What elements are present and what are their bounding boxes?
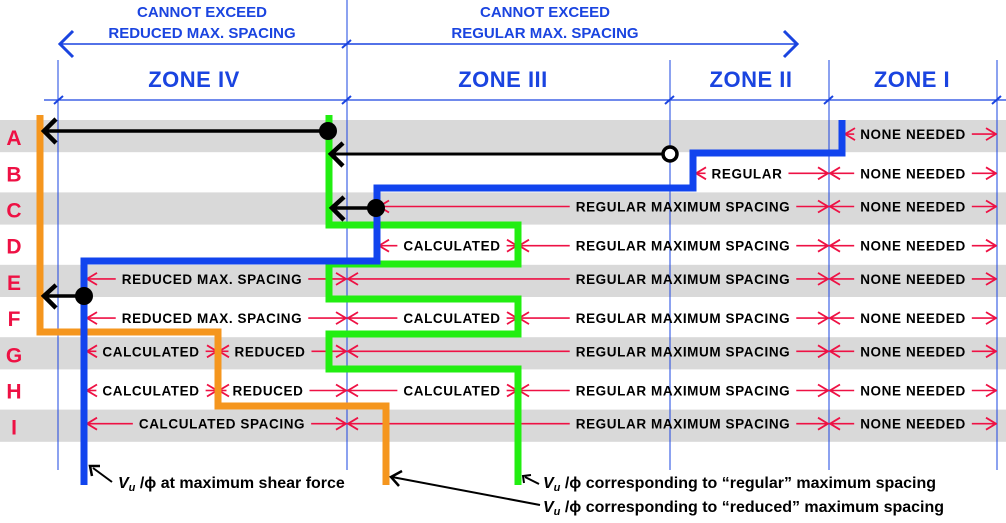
reduced-caption-line1: CANNOT EXCEED [137, 4, 267, 21]
pointer-regular [524, 476, 540, 485]
segment-label: REGULAR MAXIMUM SPACING [576, 200, 791, 215]
segment-label: CALCULATED [102, 384, 199, 399]
open-dot-icon [661, 145, 679, 163]
zone-iv-label: ZONE IV [148, 67, 240, 92]
filled-dot-icon [319, 122, 337, 140]
segment-label: CALCULATED [403, 311, 500, 326]
row-label: H [6, 381, 21, 404]
segment-label: NONE NEEDED [860, 384, 966, 399]
row-dimensions: CALCULATED REGULAR MAXIMUM SPACING NONE NE… [379, 239, 996, 254]
filled-dot-icon [367, 199, 385, 217]
segment-label: REGULAR MAXIMUM SPACING [576, 311, 791, 326]
row-label: B [6, 163, 21, 186]
row-dimensions: REGULAR NONE NEEDED [696, 166, 996, 181]
pointer-max-shear [92, 467, 113, 483]
segment-label: NONE NEEDED [860, 166, 966, 181]
row-label: I [11, 417, 17, 440]
segment-label: CALCULATED SPACING [139, 417, 305, 432]
segment-label: NONE NEEDED [860, 272, 966, 287]
zone-ii-label: ZONE II [710, 67, 793, 92]
segment-label: REGULAR MAXIMUM SPACING [576, 417, 791, 432]
segment-label: CALCULATED [102, 344, 199, 359]
row-label: C [6, 200, 21, 223]
legend-max-shear: Vu /ϕ at maximum shear force [118, 475, 345, 494]
dimension-lines: NONE NEEDED REGULAR NONE NEEDED REGULAR MAX… [87, 127, 996, 432]
regular-caption-line1: CANNOT EXCEED [480, 4, 610, 21]
segment-label: REGULAR [712, 166, 783, 181]
segment-label: REGULAR MAXIMUM SPACING [576, 384, 791, 399]
row-band [0, 192, 1006, 225]
segment-label: REDUCED [235, 344, 306, 359]
segment-label: NONE NEEDED [860, 344, 966, 359]
row-labels: ABCDEFGHI [6, 127, 22, 440]
row-dimensions: REDUCED MAX. SPACING CALCULATED REGULAR MA… [87, 311, 996, 326]
segment-label: CALCULATED [403, 239, 500, 254]
segment-label: NONE NEEDED [860, 127, 966, 142]
regular-caption-line2: REGULAR MAX. SPACING [451, 25, 638, 42]
segment-label: REGULAR MAXIMUM SPACING [576, 344, 791, 359]
segment-label: CALCULATED [403, 384, 500, 399]
segment-label: NONE NEEDED [860, 200, 966, 215]
legend-reduced: Vu /ϕ corresponding to “reduced” maximum… [543, 499, 944, 518]
row-label: A [6, 127, 21, 150]
header: CANNOT EXCEED REDUCED MAX. SPACING CANNO… [108, 4, 950, 92]
row-label: F [8, 308, 21, 331]
segment-label: REGULAR MAXIMUM SPACING [576, 272, 791, 287]
zone-i-label: ZONE I [874, 67, 950, 92]
stirrup-zone-diagram: CANNOT EXCEED REDUCED MAX. SPACING CANNO… [0, 0, 1006, 518]
row-label: D [6, 236, 21, 259]
segment-label: REGULAR MAXIMUM SPACING [576, 239, 791, 254]
segment-label: NONE NEEDED [860, 417, 966, 432]
legend-regular: Vu /ϕ corresponding to “regular” maximum… [543, 475, 936, 494]
segment-label: REDUCED [233, 384, 304, 399]
zone-iii-label: ZONE III [458, 67, 548, 92]
row-dimensions: CALCULATED REDUCED CALCULATED REGULAR MAXIM… [87, 384, 996, 399]
row-label: G [6, 344, 22, 367]
segment-label: NONE NEEDED [860, 311, 966, 326]
filled-dot-icon [75, 287, 93, 305]
segment-label: NONE NEEDED [860, 239, 966, 254]
segment-label: REDUCED MAX. SPACING [122, 311, 303, 326]
segment-label: REDUCED MAX. SPACING [122, 272, 303, 287]
row-label: E [7, 272, 21, 295]
reduced-caption-line2: REDUCED MAX. SPACING [108, 25, 295, 42]
row-band [0, 120, 1006, 153]
